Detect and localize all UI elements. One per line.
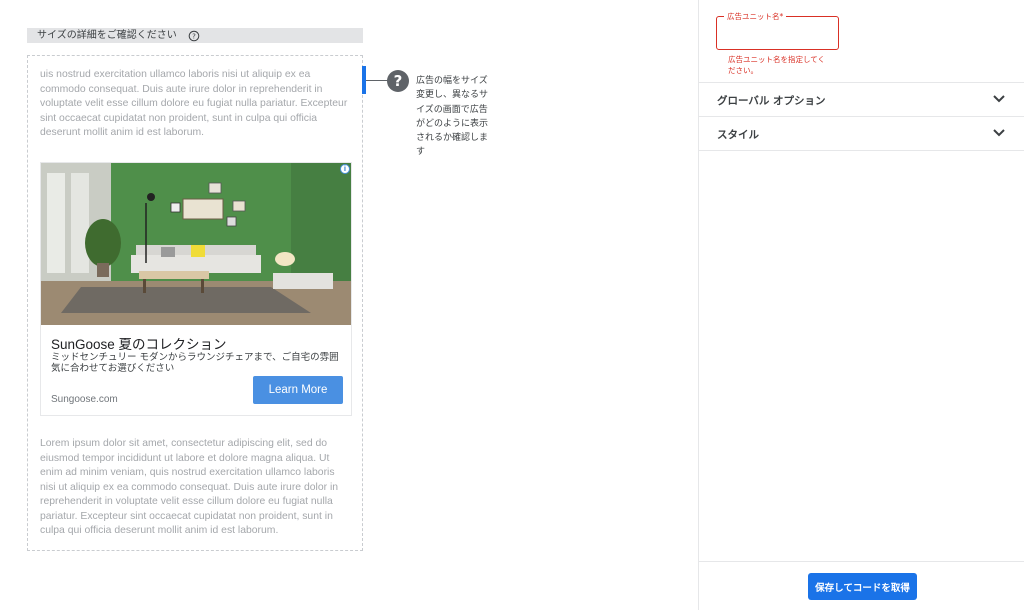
style-label: スタイル — [717, 129, 759, 141]
preview-header-title: サイズの詳細をご確認ください — [37, 30, 177, 41]
ad-unit-name-field[interactable] — [716, 16, 839, 50]
ad-unit-name-label: 広告ユニット名* — [724, 12, 787, 21]
ad-image — [41, 163, 351, 325]
ad-domain: Sungoose.com — [51, 394, 118, 405]
ad-choices-icon[interactable]: i — [340, 164, 350, 174]
style-section[interactable]: スタイル — [699, 117, 1024, 150]
placeholder-text-bottom: Lorem ipsum dolor sit amet, consectetur … — [40, 438, 339, 536]
resize-hint-text: 広告の幅をサイズ変更し、異なるサイズの画面で広告がどのように表示されるか確認しま… — [416, 76, 489, 158]
global-options-section[interactable]: グローバル オプション — [699, 83, 1024, 116]
chevron-down-icon — [993, 129, 1005, 137]
divider — [699, 150, 1024, 151]
learn-more-button[interactable]: Learn More — [253, 376, 343, 404]
ad-unit-name-error: 広告ユニット名を指定してください。 — [728, 55, 826, 75]
chevron-down-icon — [993, 95, 1005, 103]
help-icon[interactable]: ? — [188, 27, 200, 42]
ad-description: ミッドセンチュリー モダンからラウンジチェアまで、ご自宅の雰囲気に合わせてお選び… — [51, 352, 339, 374]
footer-divider — [699, 561, 1024, 562]
placeholder-text-top: uis nostrud exercitation ullamco laboris… — [40, 69, 348, 138]
ad-preview-frame: uis nostrud exercitation ullamco laboris… — [27, 55, 363, 551]
ad-headline: SunGoose 夏のコレクション — [51, 337, 227, 352]
question-icon: ? — [387, 70, 409, 92]
settings-panel: 広告ユニット名* 広告ユニット名を指定してください。 グローバル オプション ス… — [698, 0, 1024, 610]
save-and-get-code-button[interactable]: 保存してコードを取得 — [808, 573, 917, 600]
ad-unit-name-input[interactable] — [717, 17, 838, 49]
native-ad-card[interactable]: i SunGoose 夏のコレクション ミッドセンチュリー モダンからラウンジチ… — [40, 162, 352, 416]
svg-text:?: ? — [192, 32, 196, 40]
global-options-label: グローバル オプション — [717, 95, 826, 107]
callout-connector — [366, 80, 388, 81]
